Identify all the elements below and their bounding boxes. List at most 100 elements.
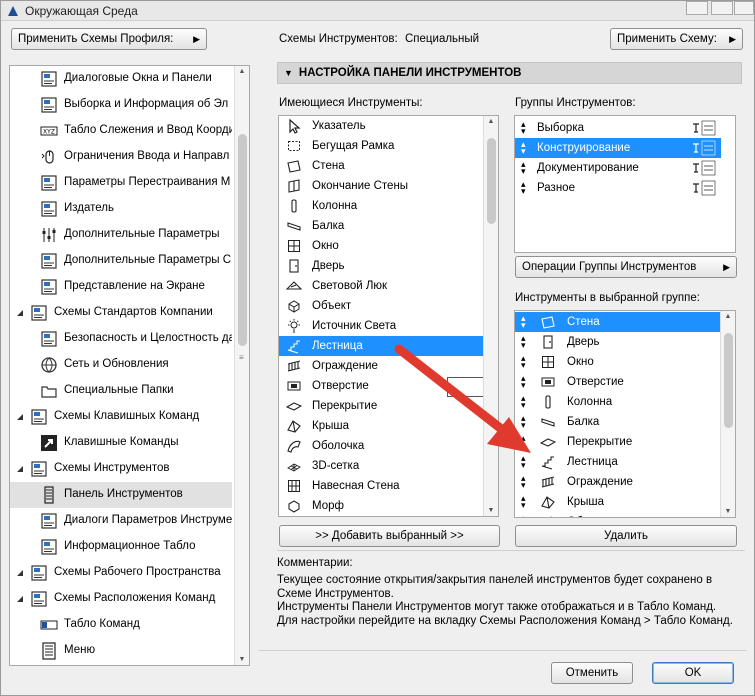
available-tools-list[interactable]: Указатель Бегущая Рамка Стена Окончание Сте… (278, 115, 499, 517)
scroll-up-icon[interactable]: ▲ (721, 313, 735, 320)
tree-item[interactable]: Схемы Стандартов Компании (10, 300, 232, 326)
ok-button[interactable]: OK (652, 662, 734, 684)
minimize-button[interactable] (686, 1, 708, 15)
add-selected-button[interactable]: >> Добавить выбранный >> (279, 525, 500, 547)
scroll-up-icon[interactable]: ▲ (484, 118, 498, 125)
tool-group-item[interactable]: ▴ ▾ Конструирование (515, 138, 721, 158)
tree-item[interactable]: Табло Команд (10, 612, 232, 638)
drag-handle-icon[interactable]: ▴▾ (521, 514, 526, 518)
tree-scroll-thumb[interactable] (238, 134, 247, 346)
drag-handle-icon[interactable]: ▴▾ (521, 394, 526, 410)
drag-handle-icon[interactable]: ▴▾ (521, 454, 526, 470)
collapse-triangle-icon[interactable] (16, 594, 24, 602)
apply-scheme-button[interactable]: Применить Схему: ▶ (610, 28, 743, 50)
group-operations-button[interactable]: Операции Группы Инструментов ▶ (515, 256, 737, 278)
available-tool-item[interactable]: Морф (279, 496, 483, 516)
tree-item[interactable]: Представление на Экране (10, 274, 232, 300)
tree-item[interactable]: Дополнительные Параметры (10, 222, 232, 248)
collapse-triangle-icon[interactable] (16, 412, 24, 420)
apply-profile-scheme-button[interactable]: Применить Схемы Профиля: ▶ (11, 28, 207, 50)
group-tool-item[interactable]: ▴▾ Об (515, 512, 720, 518)
tree-item[interactable]: Панель Инструментов (10, 482, 232, 508)
drag-handle-icon[interactable]: ▴▾ (521, 314, 526, 330)
tool-group-item[interactable]: ▴ ▾ Выборка (515, 118, 721, 138)
group-tools-list[interactable]: ▴ ▾ Стена ▴ ▾ Дверь ▴ ▾ Окно ▴ ▾ Отверстие ▴ ▾ Колонна… (514, 310, 736, 518)
group-tool-item[interactable]: ▴ ▾ Ограждение (515, 472, 720, 492)
available-tool-item[interactable]: Ограждение (279, 356, 483, 376)
tree-item[interactable]: Меню (10, 638, 232, 664)
group-tool-item[interactable]: ▴ ▾ Перекрытие (515, 432, 720, 452)
tree-item[interactable]: Диалоги Параметров Инструме (10, 508, 232, 534)
group-tool-item[interactable]: ▴ ▾ Дверь (515, 332, 720, 352)
group-tool-item[interactable]: ▴ ▾ Крыша (515, 492, 720, 512)
tree-item[interactable]: Схемы Рабочего Пространства (10, 560, 232, 586)
drag-handle-icon[interactable]: ▴▾ (521, 140, 526, 156)
tree-item[interactable]: Параметры Перестраивания М (10, 170, 232, 196)
available-scrollbar[interactable]: ▲ ▼ (483, 116, 498, 516)
tree-item[interactable]: Дополнительные Параметры С (10, 248, 232, 274)
available-tool-item[interactable]: Бегущая Рамка (279, 136, 483, 156)
scroll-down-icon[interactable]: ▼ (484, 507, 498, 514)
group-tool-item[interactable]: ▴ ▾ Стена (515, 312, 720, 332)
available-tool-item[interactable]: Источник Света (279, 316, 483, 336)
tree-item[interactable]: Ограничения Ввода и Направл (10, 144, 232, 170)
tree-item[interactable]: Схемы Расположения Команд (10, 586, 232, 612)
section-header[interactable]: ▼ НАСТРОЙКА ПАНЕЛИ ИНСТРУМЕНТОВ (277, 62, 742, 84)
available-tool-item[interactable]: Указатель (279, 116, 483, 136)
collapse-triangle-icon[interactable] (16, 568, 24, 576)
tree-item[interactable]: Выборка и Информация об Эл (10, 92, 232, 118)
collapse-triangle-icon[interactable] (16, 308, 24, 316)
available-tool-item[interactable]: Перекрытие (279, 396, 483, 416)
drag-handle-icon[interactable]: ▴▾ (521, 180, 526, 196)
tree-item[interactable]: Диалоговые Окна и Панели (10, 66, 232, 92)
tree-item[interactable]: Безопасность и Целостность да (10, 326, 232, 352)
close-button[interactable] (734, 1, 754, 15)
tree-item[interactable]: Информационное Табло (10, 534, 232, 560)
scroll-down-icon[interactable]: ▼ (235, 656, 249, 663)
drag-handle-icon[interactable]: ▴▾ (521, 374, 526, 390)
drag-handle-icon[interactable]: ▴▾ (521, 334, 526, 350)
tree-item[interactable]: Клавишные Команды (10, 430, 232, 456)
maximize-button[interactable] (711, 1, 733, 15)
available-scroll-thumb[interactable] (487, 138, 496, 224)
group-tool-item[interactable]: ▴ ▾ Отверстие (515, 372, 720, 392)
available-tool-item[interactable]: Колонна (279, 196, 483, 216)
available-tool-item[interactable]: Оболочка (279, 436, 483, 456)
group-tool-item[interactable]: ▴ ▾ Балка (515, 412, 720, 432)
drag-handle-icon[interactable]: ▴▾ (521, 434, 526, 450)
group-tools-scrollbar[interactable]: ▲ ▼ (720, 311, 735, 517)
collapse-triangle-icon[interactable] (16, 464, 24, 472)
available-tool-item[interactable]: 3D-сетка (279, 456, 483, 476)
cancel-button[interactable]: Отменить (551, 662, 633, 684)
available-tool-item[interactable]: Крыша (279, 416, 483, 436)
available-tool-item[interactable]: Лестница (279, 336, 483, 356)
available-tool-item[interactable]: Дверь (279, 256, 483, 276)
available-tool-item[interactable]: Объект (279, 296, 483, 316)
drag-handle-icon[interactable]: ▴▾ (521, 494, 526, 510)
drag-handle-icon[interactable]: ▴▾ (521, 474, 526, 490)
tree-item[interactable]: Схемы Клавишных Команд (10, 404, 232, 430)
tree-scrollbar[interactable]: ▲ ≡ ▼ (234, 66, 249, 665)
group-tool-item[interactable]: ▴ ▾ Колонна (515, 392, 720, 412)
available-tool-item[interactable]: Световой Люк (279, 276, 483, 296)
preferences-tree[interactable]: Диалоговые Окна и Панели Выборка и Информ… (9, 65, 250, 666)
available-tool-item[interactable]: Окно (279, 236, 483, 256)
tree-item[interactable]: Специальные Папки (10, 378, 232, 404)
delete-button[interactable]: Удалить (515, 525, 737, 547)
tree-item[interactable]: Схемы Инструментов (10, 456, 232, 482)
group-tool-item[interactable]: ▴ ▾ Окно (515, 352, 720, 372)
tool-groups-list[interactable]: ▴ ▾ Выборка ▴ ▾ Конструирование ▴ ▾ Документиров… (514, 115, 736, 253)
available-tool-item[interactable]: Окончание Стены (279, 176, 483, 196)
tree-item[interactable]: Издатель (10, 196, 232, 222)
tree-item[interactable]: XYZ Табло Слежения и Ввод Коорди (10, 118, 232, 144)
drag-handle-icon[interactable]: ▴▾ (521, 120, 526, 136)
drag-handle-icon[interactable]: ▴▾ (521, 414, 526, 430)
scroll-up-icon[interactable]: ▲ (235, 68, 249, 75)
scroll-down-icon[interactable]: ▼ (721, 508, 735, 515)
drag-handle-icon[interactable]: ▴▾ (521, 160, 526, 176)
drag-handle-icon[interactable]: ▴▾ (521, 354, 526, 370)
available-tool-item[interactable]: Балка (279, 216, 483, 236)
tool-group-item[interactable]: ▴ ▾ Разное (515, 178, 721, 198)
group-tools-scroll-thumb[interactable] (724, 333, 733, 428)
available-tool-item[interactable]: Стена (279, 156, 483, 176)
